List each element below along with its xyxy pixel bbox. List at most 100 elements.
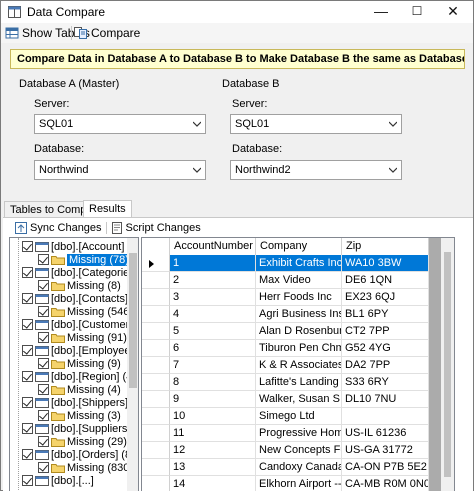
table-cell[interactable]: 10 [170, 408, 256, 425]
table-cell[interactable]: 2 [170, 272, 256, 289]
table-cell[interactable]: DE6 1QN [342, 272, 429, 289]
table-cell[interactable]: CA-MB R0M 0N0 [342, 476, 429, 491]
table-cell[interactable]: Exhibit Crafts Inc [256, 255, 342, 272]
row-header[interactable] [142, 340, 170, 357]
table-row[interactable]: 13Candoxy Canada Inc.CA-ON P7B 5E2 [142, 459, 429, 476]
table-cell[interactable]: Lafitte's Landing Re... [256, 374, 342, 391]
checkbox-icon[interactable] [38, 306, 49, 317]
checkbox-icon[interactable] [22, 241, 33, 252]
row-header[interactable] [142, 289, 170, 306]
table-row[interactable]: 14 Elkhorn Airport ---- CA-MB R0M 0N0 [142, 476, 429, 491]
tab-results[interactable]: Results [83, 200, 132, 218]
row-header[interactable] [142, 459, 170, 476]
table-cell[interactable]: Alan D Rosenburg ... [256, 323, 342, 340]
tree-scrollbar-thumb[interactable] [129, 253, 137, 388]
table-cell[interactable]: WA10 3BW [342, 255, 429, 272]
row-header[interactable] [142, 255, 170, 272]
tree-node-missing[interactable]: Missing (3) [38, 409, 121, 422]
table-cell[interactable]: New Concepts Fur... [256, 442, 342, 459]
compare-button[interactable]: Compare [74, 25, 140, 41]
table-cell[interactable]: 9 [170, 391, 256, 408]
table-cell[interactable]: 4 [170, 306, 256, 323]
table-cell[interactable]: Max Video [256, 272, 342, 289]
table-cell[interactable]: S33 6RY [342, 374, 429, 391]
table-cell[interactable]: 13 [170, 459, 256, 476]
table-cell[interactable]: Herr Foods Inc [256, 289, 342, 306]
checkbox-icon[interactable] [22, 449, 33, 460]
column-header[interactable]: AccountNumber [170, 238, 256, 255]
row-header[interactable] [142, 391, 170, 408]
tree-node-missing[interactable]: Missing (8) [38, 279, 121, 292]
database-a-server-select[interactable]: SQL01 [34, 114, 206, 134]
checkbox-icon[interactable] [38, 384, 49, 395]
table-cell[interactable]: Progressive Home ... [256, 425, 342, 442]
table-row[interactable]: 11Progressive Home ...US-IL 61236 [142, 425, 429, 442]
tree-node-table[interactable]: [dbo].[Employees] ( [22, 344, 138, 357]
table-cell[interactable]: DA2 7PP [342, 357, 429, 374]
table-cell[interactable]: 7 [170, 357, 256, 374]
tree-node-table[interactable]: [dbo].[Region] (4) [22, 370, 136, 383]
table-cell[interactable]: 11 [170, 425, 256, 442]
tree-node-table[interactable]: [dbo].[Suppliers] (2 [22, 422, 138, 435]
checkbox-icon[interactable] [38, 462, 49, 473]
table-cell[interactable]: 8 [170, 374, 256, 391]
tree-node-table[interactable]: [dbo].[Categories] ( [22, 266, 138, 279]
table-row[interactable]: 4Agri Business Insur...BL1 6PY [142, 306, 429, 323]
checkbox-icon[interactable] [22, 319, 33, 330]
table-cell[interactable]: Simego Ltd [256, 408, 342, 425]
table-cell[interactable]: CT2 7PP [342, 323, 429, 340]
grid-scrollbar[interactable] [441, 238, 454, 491]
checkbox-icon[interactable] [38, 280, 49, 291]
table-row[interactable]: 1 Exhibit Crafts Inc WA10 3BW [142, 255, 429, 272]
tree-node-table[interactable]: [dbo].[...] [22, 474, 94, 487]
checkbox-icon[interactable] [38, 436, 49, 447]
table-cell[interactable]: 5 [170, 323, 256, 340]
grid-scrollbar-thumb[interactable] [444, 252, 451, 477]
checkbox-icon[interactable] [22, 475, 33, 486]
tree-node-table[interactable]: [dbo].[Shippers] (3) [22, 396, 138, 409]
checkbox-icon[interactable] [38, 410, 49, 421]
minimize-button[interactable]: — [363, 1, 399, 23]
table-row[interactable]: 5Alan D Rosenburg ...CT2 7PP [142, 323, 429, 340]
checkbox-icon[interactable] [22, 345, 33, 356]
table-cell[interactable]: EX23 6QJ [342, 289, 429, 306]
table-cell[interactable]: 12 [170, 442, 256, 459]
table-cell[interactable]: Candoxy Canada Inc. [256, 459, 342, 476]
table-cell[interactable]: CA-ON P7B 5E2 [342, 459, 429, 476]
row-header[interactable] [142, 442, 170, 459]
table-row[interactable]: 6Tiburon Pen Chmb...G52 4YG [142, 340, 429, 357]
close-button[interactable]: ✕ [435, 1, 471, 23]
tree-node-missing[interactable]: Missing (546) [38, 305, 133, 318]
tree-node-table[interactable]: [dbo].[Contacts] (54 [22, 292, 138, 305]
table-cell[interactable]: Walker, Susan S Esq [256, 391, 342, 408]
tree-node-table[interactable]: [dbo].[Account] (78 [22, 240, 138, 253]
results-grid[interactable]: AccountNumber Company Zip 1 Exhibit Craft… [141, 237, 455, 491]
tree-node-missing[interactable]: Missing (29) [38, 435, 127, 448]
table-cell[interactable]: 6 [170, 340, 256, 357]
database-a-database-select[interactable]: Northwind [34, 160, 206, 180]
table-cell[interactable]: US-GA 31772 [342, 442, 429, 459]
row-header[interactable] [142, 408, 170, 425]
database-b-database-select[interactable]: Northwind2 [230, 160, 402, 180]
table-cell[interactable]: Agri Business Insur... [256, 306, 342, 323]
results-tree[interactable]: [dbo].[Account] (78 Missing (78) [dbo].[… [9, 237, 139, 491]
checkbox-icon[interactable] [22, 267, 33, 278]
tree-node-missing[interactable]: Missing (4) [38, 383, 121, 396]
table-cell[interactable]: K & R Associates Inc [256, 357, 342, 374]
tree-node-missing[interactable]: Missing (78) [38, 253, 131, 266]
checkbox-icon[interactable] [38, 358, 49, 369]
tree-node-table[interactable]: [dbo].[Orders] (830) [22, 448, 138, 461]
checkbox-icon[interactable] [22, 293, 33, 304]
checkbox-icon[interactable] [22, 423, 33, 434]
table-cell[interactable] [342, 408, 429, 425]
row-header[interactable] [142, 306, 170, 323]
script-changes-button[interactable]: Script Changes [111, 222, 201, 234]
row-header[interactable] [142, 476, 170, 491]
row-header[interactable] [142, 357, 170, 374]
tree-node-missing[interactable]: Missing (9) [38, 357, 121, 370]
checkbox-icon[interactable] [38, 254, 49, 265]
table-cell[interactable]: Tiburon Pen Chmb... [256, 340, 342, 357]
column-header[interactable]: Company [256, 238, 342, 255]
table-row[interactable]: 3 Herr Foods Inc EX23 6QJ [142, 289, 429, 306]
checkbox-icon[interactable] [38, 332, 49, 343]
